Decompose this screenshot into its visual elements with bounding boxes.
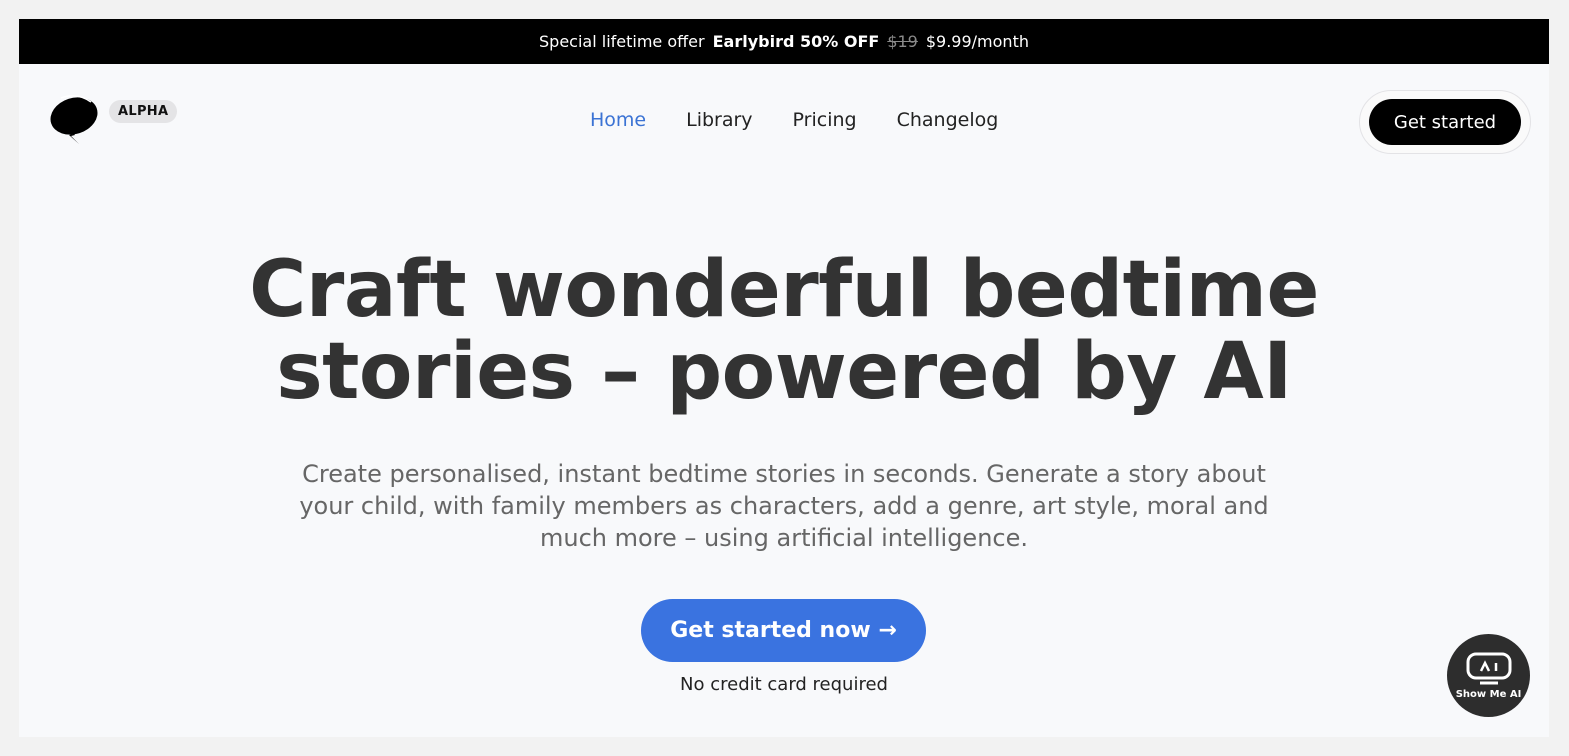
hero-title-line1: Craft wonderful bedtime	[249, 245, 1319, 335]
alpha-badge: ALPHA	[109, 100, 178, 123]
hero-title: Craft wonderful bedtime stories – powere…	[19, 249, 1549, 413]
hero-title-line2: stories – powered by AI	[276, 327, 1292, 417]
widget-label: Show Me AI	[1455, 688, 1522, 700]
nav-item-pricing[interactable]: Pricing	[793, 109, 857, 131]
landing-page: Special lifetime offer Earlybird 50% OFF…	[19, 19, 1549, 737]
promo-highlight: Earlybird 50% OFF	[712, 32, 880, 51]
hero-subtitle: Create personalised, instant bedtime sto…	[299, 460, 1269, 552]
promo-banner[interactable]: Special lifetime offer Earlybird 50% OFF…	[19, 19, 1549, 64]
promo-new-price: $9.99/month	[925, 32, 1029, 51]
get-started-button[interactable]: Get started	[1369, 99, 1521, 145]
nav-cta-wrapper: Get started	[1359, 90, 1531, 154]
speech-bubble-lightning-icon[interactable]	[47, 94, 101, 148]
nav-item-library[interactable]: Library	[686, 109, 752, 131]
robot-face-icon	[1466, 652, 1511, 684]
show-me-ai-widget[interactable]: Show Me AI	[1447, 634, 1530, 717]
nav-item-home[interactable]: Home	[590, 109, 646, 131]
nav-item-changelog[interactable]: Changelog	[897, 109, 999, 131]
nav-menu: Home Library Pricing Changelog	[590, 109, 1038, 131]
no-credit-card-note: No credit card required	[680, 674, 888, 695]
promo-lead: Special lifetime offer	[539, 32, 705, 51]
get-started-now-button[interactable]: Get started now →	[641, 599, 926, 662]
promo-old-price: $19	[887, 32, 918, 51]
top-nav: ALPHA Home Library Pricing Changelog Get…	[19, 64, 1549, 177]
